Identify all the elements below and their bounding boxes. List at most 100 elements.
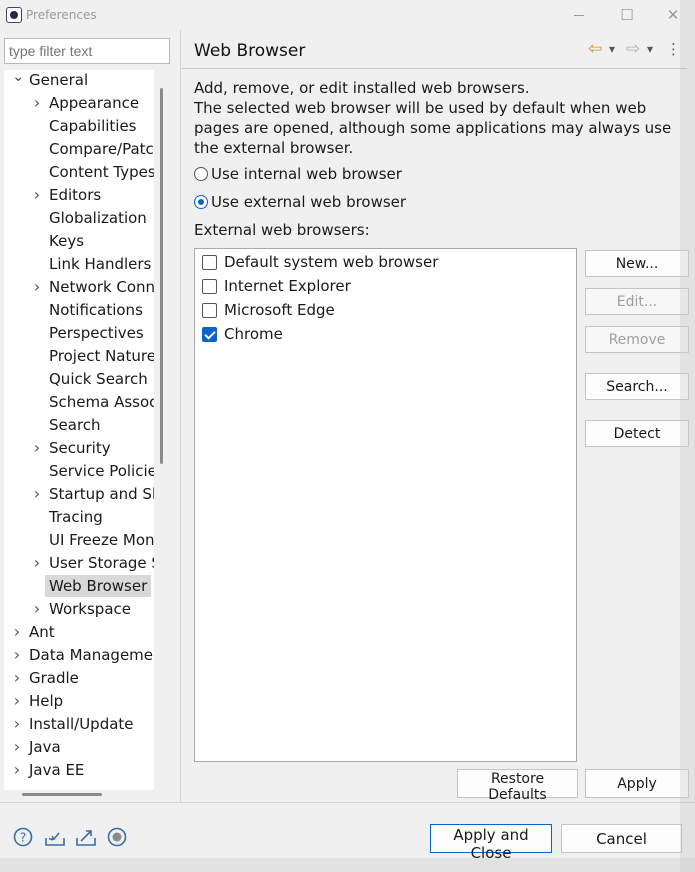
tree-item[interactable]: Project Natures	[4, 345, 154, 367]
chevron-right-icon[interactable]: ›	[12, 690, 22, 712]
tree-item[interactable]: › Editors	[4, 184, 154, 206]
new-button[interactable]: New...	[585, 250, 689, 277]
tree-item-label[interactable]: Service Policies	[45, 460, 154, 482]
back-history-dropdown[interactable]: ▾	[609, 40, 615, 58]
checkbox-icon[interactable]	[202, 255, 217, 270]
search-button[interactable]: Search...	[585, 373, 689, 400]
tree-item[interactable]: ⌄ General	[4, 70, 154, 91]
chevron-right-icon[interactable]: ›	[12, 713, 22, 735]
restore-defaults-button[interactable]: Restore Defaults	[457, 769, 578, 803]
chevron-down-icon[interactable]: ⌄	[12, 70, 25, 87]
chevron-right-icon[interactable]: ›	[32, 552, 42, 574]
tree-item-label[interactable]: General	[25, 70, 92, 91]
tree-item-label[interactable]: Startup and Sh	[45, 483, 154, 505]
back-button[interactable]: ⇦	[588, 40, 602, 58]
tree-item[interactable]: ›User Storage Se	[4, 552, 154, 574]
chevron-right-icon[interactable]: ›	[12, 736, 22, 758]
tree-item-label[interactable]: Link Handlers	[45, 253, 154, 275]
tree-item[interactable]: Web Browser	[4, 575, 154, 597]
tree-item-label[interactable]: Content Types	[45, 161, 154, 183]
tree-item[interactable]: › Gradle	[4, 667, 154, 689]
external-browsers-list[interactable]: Default system web browser Internet Explo…	[194, 248, 577, 762]
checkbox-icon[interactable]	[202, 303, 217, 318]
tree-item-label[interactable]: Data Managemen	[25, 644, 154, 666]
chevron-right-icon[interactable]: ›	[12, 621, 22, 643]
tree-item-label[interactable]: Quick Search	[45, 368, 152, 390]
panel-sash[interactable]	[180, 30, 181, 802]
maximize-button[interactable]: ☐	[613, 4, 641, 26]
tree-item-label[interactable]: Security	[45, 437, 115, 459]
chevron-right-icon[interactable]: ›	[32, 437, 42, 459]
tree-item-label[interactable]: Perspectives	[45, 322, 148, 344]
radio-button-icon[interactable]	[194, 195, 208, 209]
tree-item-label[interactable]: Java EE	[25, 759, 88, 781]
tree-item-label[interactable]: Install/Update	[25, 713, 138, 735]
minimize-button[interactable]	[565, 4, 593, 26]
tree-item[interactable]: › Install/Update	[4, 713, 154, 735]
tree-item-label[interactable]: Web Browser	[45, 575, 152, 597]
checkbox-checked-icon[interactable]	[202, 327, 217, 342]
tree-item-label[interactable]: Compare/Patch	[45, 138, 154, 160]
tree-item-label[interactable]: Network Conne	[45, 276, 154, 298]
tree-item-label[interactable]: Help	[25, 690, 67, 712]
chevron-right-icon[interactable]: ›	[32, 276, 42, 298]
tree-item-label[interactable]: Editors	[45, 184, 105, 206]
apply-and-close-button[interactable]: Apply and Close	[430, 824, 552, 862]
tree-vertical-scrollbar[interactable]	[160, 88, 163, 464]
filter-input[interactable]	[4, 38, 170, 64]
chevron-right-icon[interactable]: ›	[12, 667, 22, 689]
radio-label[interactable]: Use internal web browser	[211, 163, 402, 185]
tree-item[interactable]: Notifications	[4, 299, 154, 321]
tree-item[interactable]: Service Policies	[4, 460, 154, 482]
tree-item-label[interactable]: Java	[25, 736, 65, 758]
tree-item[interactable]: Capabilities	[4, 115, 154, 137]
detect-button[interactable]: Detect	[585, 420, 689, 447]
tree-item[interactable]: › Java	[4, 736, 154, 758]
cancel-button[interactable]: Cancel	[561, 824, 682, 853]
tree-item[interactable]: › Appearance	[4, 92, 154, 114]
browser-name[interactable]: Microsoft Edge	[224, 299, 335, 321]
tree-item-label[interactable]: Gradle	[25, 667, 83, 689]
chevron-right-icon[interactable]: ›	[32, 92, 42, 114]
radio-button-icon[interactable]	[194, 167, 208, 181]
tree-item[interactable]: › Startup and Sh	[4, 483, 154, 505]
view-menu-button[interactable]: ⋮	[666, 40, 681, 58]
tree-item[interactable]: › Data Managemen	[4, 644, 154, 666]
tree-item-label[interactable]: Search	[45, 414, 105, 436]
tree-item-label[interactable]: Tracing	[45, 506, 107, 528]
tree-item[interactable]: Perspectives	[4, 322, 154, 344]
help-button[interactable]: ?	[13, 827, 33, 847]
tree-item-label[interactable]: Schema Associa	[45, 391, 154, 413]
edit-button[interactable]: Edit...	[585, 288, 689, 315]
chevron-right-icon[interactable]: ›	[12, 644, 22, 666]
tree-item-label[interactable]: Notifications	[45, 299, 147, 321]
tree-horizontal-scrollbar[interactable]	[22, 793, 102, 796]
remove-button[interactable]: Remove	[585, 326, 689, 353]
browser-name[interactable]: Default system web browser	[224, 251, 438, 273]
tree-item[interactable]: Compare/Patch	[4, 138, 154, 160]
tree-item[interactable]: Link Handlers	[4, 253, 154, 275]
tree-item-label[interactable]: Keys	[45, 230, 88, 252]
tree-item-label[interactable]: Globalization	[45, 207, 151, 229]
chevron-right-icon[interactable]: ›	[32, 598, 42, 620]
tree-item[interactable]: › Ant	[4, 621, 154, 643]
browser-name[interactable]: Chrome	[224, 323, 283, 345]
preferences-tree[interactable]: ⌄ General › Appearance Capabilities Compare/P…	[4, 70, 154, 790]
forward-button[interactable]: ⇨	[626, 40, 640, 58]
checkbox-icon[interactable]	[202, 279, 217, 294]
tree-item[interactable]: Keys	[4, 230, 154, 252]
tree-item[interactable]: UI Freeze Moni	[4, 529, 154, 551]
chevron-right-icon[interactable]: ›	[32, 483, 42, 505]
tree-item-label[interactable]: Capabilities	[45, 115, 141, 137]
record-button[interactable]	[107, 827, 127, 847]
tree-item[interactable]: › Java EE	[4, 759, 154, 781]
chevron-right-icon[interactable]: ›	[12, 759, 22, 781]
tree-item[interactable]: Content Types	[4, 161, 154, 183]
tree-item[interactable]: Search	[4, 414, 154, 436]
tree-item[interactable]: › Help	[4, 690, 154, 712]
radio-label[interactable]: Use external web browser	[211, 191, 406, 213]
tree-item-label[interactable]: Workspace	[45, 598, 135, 620]
tree-item[interactable]: Schema Associa	[4, 391, 154, 413]
browser-name[interactable]: Internet Explorer	[224, 275, 351, 297]
tree-item[interactable]: Tracing	[4, 506, 154, 528]
